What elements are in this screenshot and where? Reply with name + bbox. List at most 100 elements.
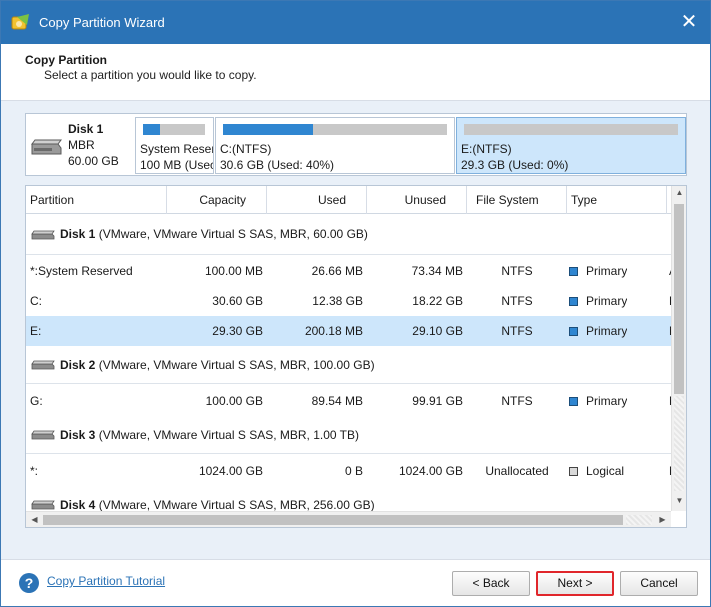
column-header-unused[interactable]: Unused xyxy=(367,186,467,214)
hard-disk-icon xyxy=(31,360,55,370)
partition-table: Partition Capacity Used Unused File Syst… xyxy=(25,185,687,528)
disk-map-name: Disk 1 xyxy=(68,122,104,136)
cell-type: Primary xyxy=(586,294,628,308)
disk-detail: (VMware, VMware Virtual S SAS, MBR, 100.… xyxy=(98,358,375,372)
disk-name: Disk 4 xyxy=(60,498,96,512)
primary-square-icon xyxy=(569,267,578,276)
disk-label: Disk 1 (VMware, VMware Virtual S SAS, MB… xyxy=(60,214,368,255)
disk-detail: (VMware, VMware Virtual S SAS, MBR, 60.0… xyxy=(98,227,368,241)
cell-type: Logical xyxy=(586,464,625,478)
wizard-content: Disk 1 MBR 60.00 GB System Reser 100 MB … xyxy=(1,101,710,559)
table-row-e[interactable]: E: 29.30 GB 200.18 MB 29.10 GB NTFS Prim… xyxy=(26,316,678,346)
cell-unused: 73.34 MB xyxy=(411,264,463,278)
cell-used: 200.18 MB xyxy=(304,324,363,338)
usage-bar-fill xyxy=(223,124,313,135)
partition-block-info: 30.6 GB (Used: 40%) xyxy=(220,158,335,172)
svg-text:?: ? xyxy=(25,575,34,591)
cell-used: 89.54 MB xyxy=(311,394,363,408)
cell-used: 12.38 GB xyxy=(312,294,363,308)
cell-capacity: 1024.00 GB xyxy=(198,464,263,478)
disk-detail: (VMware, VMware Virtual S SAS, MBR, 256.… xyxy=(98,498,375,512)
primary-square-icon xyxy=(569,327,578,336)
cell-partition: C: xyxy=(30,294,42,308)
partition-block-info: 100 MB (Usec xyxy=(140,158,214,172)
hard-disk-icon xyxy=(31,139,62,155)
scroll-down-icon[interactable]: ▼ xyxy=(672,496,686,505)
partition-block-c[interactable]: C:(NTFS) 30.6 GB (Used: 40%) xyxy=(215,117,455,174)
cell-used: 26.66 MB xyxy=(311,264,363,278)
hard-disk-icon xyxy=(31,500,55,510)
hard-disk-icon xyxy=(31,230,55,240)
cell-type: Primary xyxy=(586,394,628,408)
title-bar: Copy Partition Wizard ✕ xyxy=(1,1,710,44)
help-icon[interactable]: ? xyxy=(18,572,40,594)
disk-map: Disk 1 MBR 60.00 GB System Reser 100 MB … xyxy=(25,113,687,176)
cell-used: 0 B xyxy=(344,464,363,478)
cell-unused: 1024.00 GB xyxy=(398,464,463,478)
horizontal-scrollbar[interactable]: ◀ ▶ xyxy=(26,511,671,527)
column-header-partition[interactable]: Partition xyxy=(26,186,167,214)
disk-name: Disk 2 xyxy=(60,358,96,372)
cell-capacity: 29.30 GB xyxy=(212,324,263,338)
cell-capacity: 100.00 MB xyxy=(204,264,263,278)
table-row-c[interactable]: C: 30.60 GB 12.38 GB 18.22 GB NTFS Prima… xyxy=(26,286,677,316)
back-button[interactable]: < Back xyxy=(452,571,530,596)
table-row-g[interactable]: G: 100.00 GB 89.54 MB 99.91 GB NTFS Prim… xyxy=(26,386,678,416)
table-row-system-reserved[interactable]: *:System Reserved 100.00 MB 26.66 MB 73.… xyxy=(26,256,677,286)
disk-row-disk-1[interactable]: Disk 1 (VMware, VMware Virtual S SAS, MB… xyxy=(26,214,671,255)
scroll-right-icon[interactable]: ▶ xyxy=(655,515,670,524)
disk-label: Disk 3 (VMware, VMware Virtual S SAS, MB… xyxy=(60,416,359,454)
usage-bar xyxy=(143,124,205,135)
cell-type: Primary xyxy=(586,324,628,338)
page-title: Copy Partition xyxy=(25,53,108,67)
cell-partition: E: xyxy=(30,324,42,338)
cell-file-system: NTFS xyxy=(501,294,533,308)
partition-block-system-reserved[interactable]: System Reser 100 MB (Usec xyxy=(135,117,214,174)
usage-bar-fill xyxy=(143,124,160,135)
cell-unused: 99.91 GB xyxy=(412,394,463,408)
horizontal-scroll-thumb[interactable] xyxy=(43,515,623,525)
cell-capacity: 30.60 GB xyxy=(212,294,263,308)
usage-bar xyxy=(464,124,678,135)
disk-row-disk-3[interactable]: Disk 3 (VMware, VMware Virtual S SAS, MB… xyxy=(26,416,671,454)
cancel-button[interactable]: Cancel xyxy=(620,571,698,596)
partition-block-label: C:(NTFS) xyxy=(220,142,272,156)
disk-detail: (VMware, VMware Virtual S SAS, MBR, 1.00… xyxy=(98,428,360,442)
column-header-used[interactable]: Used xyxy=(267,186,367,214)
cell-capacity: 100.00 GB xyxy=(205,394,263,408)
app-icon xyxy=(11,14,29,30)
disk-map-type: MBR xyxy=(68,138,95,152)
tutorial-link[interactable]: Copy Partition Tutorial xyxy=(47,574,165,588)
column-header-file-system[interactable]: File System xyxy=(467,186,567,214)
column-header-capacity[interactable]: Capacity xyxy=(167,186,267,214)
partition-block-label: System Reser xyxy=(140,142,214,156)
cell-unused: 18.22 GB xyxy=(412,294,463,308)
partition-block-info: 29.3 GB (Used: 0%) xyxy=(461,158,569,172)
vertical-scroll-thumb[interactable] xyxy=(674,204,684,394)
cell-file-system: Unallocated xyxy=(485,464,549,478)
copy-partition-wizard-window: Copy Partition Wizard ✕ Copy Partition S… xyxy=(0,0,711,607)
hard-disk-icon xyxy=(31,430,55,440)
column-header-type[interactable]: Type xyxy=(567,186,667,214)
table-row-unallocated[interactable]: *: 1024.00 GB 0 B 1024.00 GB Unallocated… xyxy=(26,456,678,486)
cell-partition: G: xyxy=(30,394,43,408)
next-button[interactable]: Next > xyxy=(536,571,614,596)
cell-partition: *:System Reserved xyxy=(30,264,133,278)
window-title: Copy Partition Wizard xyxy=(39,15,165,30)
partition-block-e[interactable]: E:(NTFS) 29.3 GB (Used: 0%) xyxy=(456,117,686,174)
cell-file-system: NTFS xyxy=(501,394,533,408)
disk-name: Disk 1 xyxy=(60,227,96,241)
scroll-up-icon[interactable]: ▲ xyxy=(672,188,686,197)
horizontal-scroll-track[interactable] xyxy=(626,515,652,525)
scroll-left-icon[interactable]: ◀ xyxy=(27,515,42,524)
wizard-footer: ? Copy Partition Tutorial < Back Next > … xyxy=(1,559,710,606)
primary-square-icon xyxy=(569,397,578,406)
vertical-scrollbar[interactable]: ▲ ▼ xyxy=(671,186,686,511)
cell-partition: *: xyxy=(30,464,39,478)
wizard-header: Copy Partition Select a partition you wo… xyxy=(1,44,710,101)
disk-row-disk-2[interactable]: Disk 2 (VMware, VMware Virtual S SAS, MB… xyxy=(26,346,671,384)
usage-bar xyxy=(223,124,447,135)
close-icon[interactable]: ✕ xyxy=(678,11,700,33)
cell-unused: 29.10 GB xyxy=(412,324,463,338)
vertical-scroll-track[interactable] xyxy=(674,396,684,491)
